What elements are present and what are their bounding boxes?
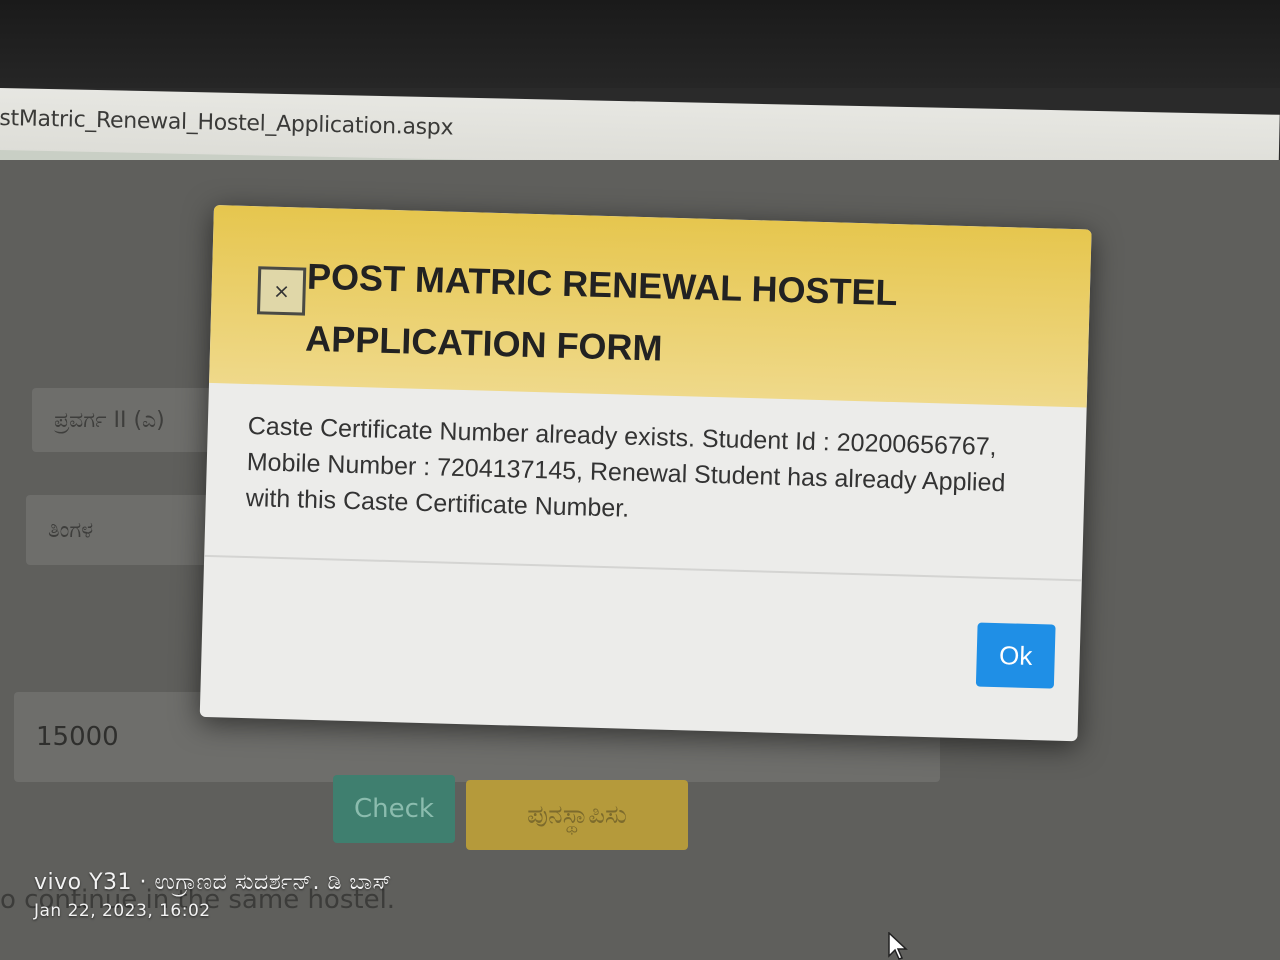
check-button[interactable]: Check [333,775,455,843]
watermark-date: Jan 22, 2023, 16:02 [34,901,211,921]
dialog-message: Caste Certificate Number already exists.… [245,412,1006,523]
monitor-bezel [0,0,1280,88]
alert-dialog: × POST MATRIC RENEWAL HOSTEL APPLICATION… [199,205,1092,742]
close-icon[interactable]: × [256,266,307,316]
dialog-title: POST MATRIC RENEWAL HOSTEL APPLICATION F… [304,255,898,369]
camera-watermark: vivo Y31 · ಉಗ್ರಾಣದ ಸುದರ್ಶನ್. ಡಿ ಬಾಸ್ Jan… [34,870,392,921]
restore-button[interactable]: ಪುನಸ್ಥಾಪಿಸು [466,780,688,850]
watermark-device: vivo Y31 · ಉಗ್ರಾಣದ ಸುದರ್ಶನ್. ಡಿ ಬಾಸ್ [34,870,392,895]
month-field[interactable]: ತಿಂಗಳ [26,495,226,565]
address-url: stMatric_Renewal_Hostel_Application.aspx [0,105,454,141]
caste-category-field[interactable]: ಪ್ರವರ್ಗ II (ಎ) [32,388,232,452]
ok-button[interactable]: Ok [975,622,1056,689]
mouse-cursor-icon [888,932,908,960]
dialog-header: × POST MATRIC RENEWAL HOSTEL APPLICATION… [209,205,1092,408]
